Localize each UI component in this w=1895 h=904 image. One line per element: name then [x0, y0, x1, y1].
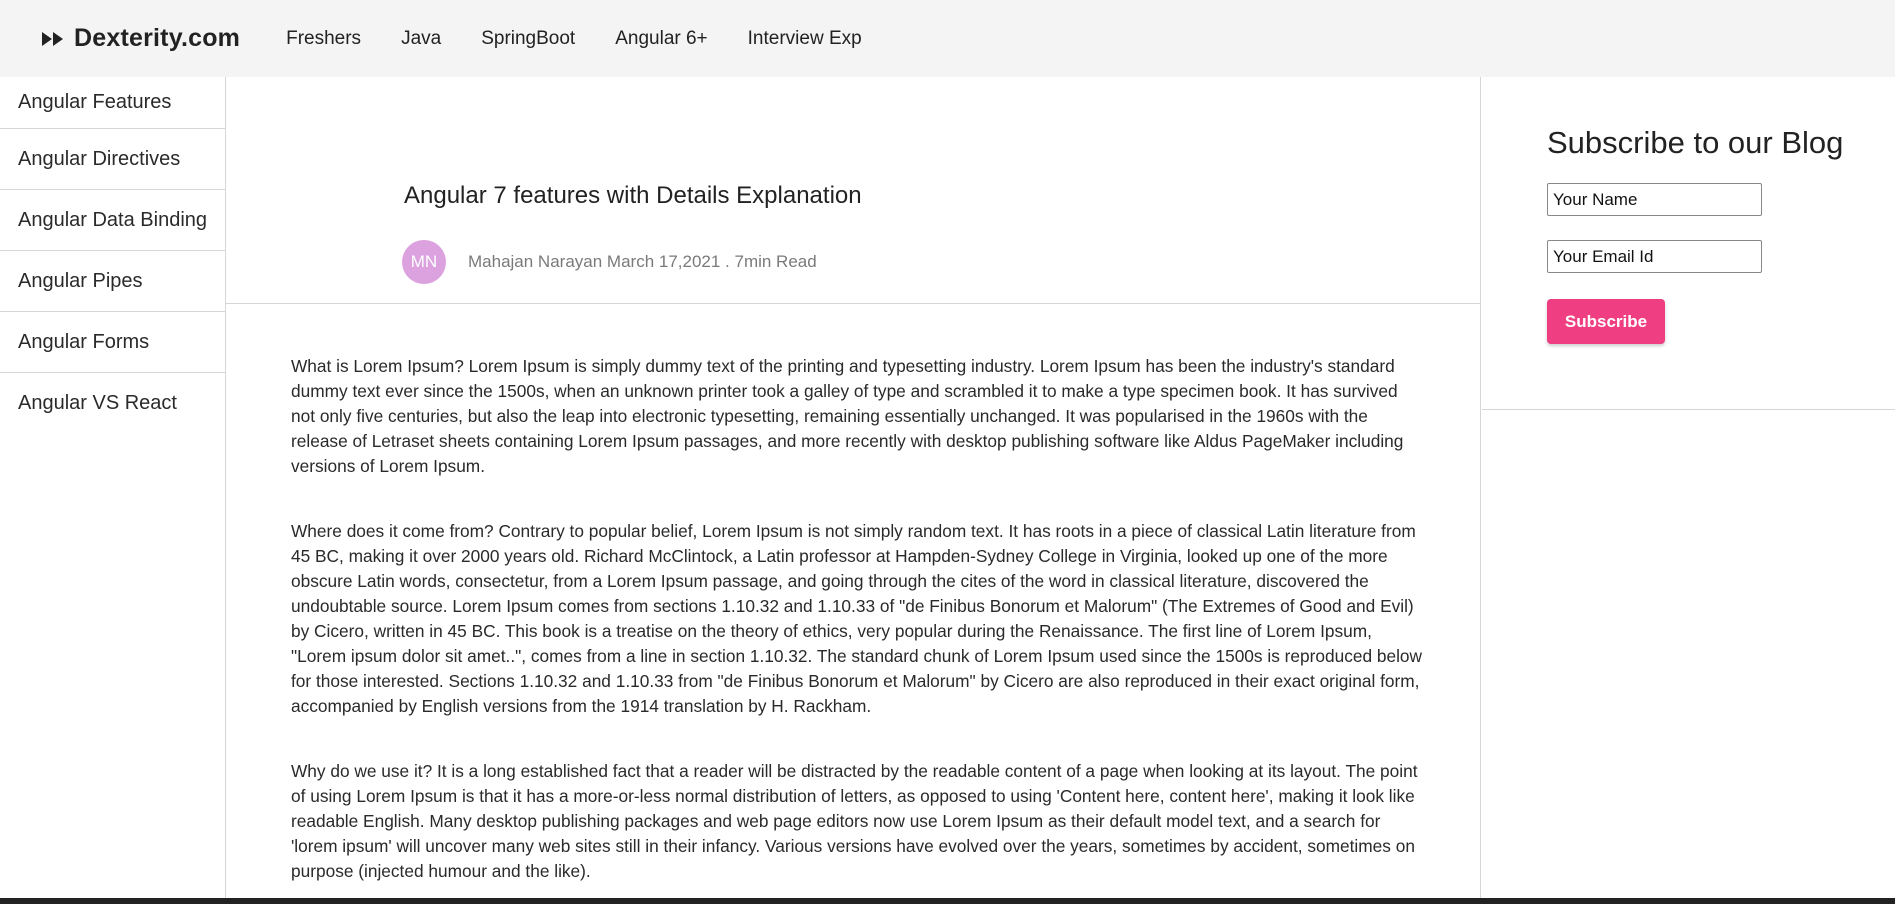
nav-item-freshers[interactable]: Freshers — [286, 28, 361, 50]
article-header: Angular 7 features with Details Explanat… — [226, 77, 1480, 304]
article-meta: MN Mahajan Narayan March 17,2021 . 7min … — [402, 240, 817, 284]
sidebar-item-angular-forms[interactable]: Angular Forms — [0, 312, 225, 373]
sidebar-item-angular-vs-react[interactable]: Angular VS React — [0, 373, 225, 434]
subscribe-button[interactable]: Subscribe — [1547, 299, 1665, 344]
subscribe-title: Subscribe to our Blog — [1547, 125, 1844, 160]
author-avatar: MN — [402, 240, 446, 284]
sidebar: Angular Features Angular Directives Angu… — [0, 77, 226, 904]
sidebar-item-angular-pipes[interactable]: Angular Pipes — [0, 251, 225, 312]
article-main: Angular 7 features with Details Explanat… — [226, 77, 1481, 904]
subscribe-panel: Subscribe to our Blog Subscribe — [1482, 77, 1895, 410]
email-input[interactable] — [1547, 240, 1762, 273]
sidebar-item-angular-features[interactable]: Angular Features — [0, 77, 225, 129]
nav-item-interview-exp[interactable]: Interview Exp — [748, 28, 862, 50]
article-meta-text: Mahajan Narayan March 17,2021 . 7min Rea… — [468, 252, 817, 271]
top-navbar: Dexterity.com Freshers Java SpringBoot A… — [0, 0, 1895, 77]
brand[interactable]: Dexterity.com — [42, 24, 240, 53]
bottom-edge-bar — [0, 898, 1895, 904]
nav-item-java[interactable]: Java — [401, 28, 441, 50]
fast-forward-icon — [42, 31, 63, 46]
sidebar-item-angular-directives[interactable]: Angular Directives — [0, 129, 225, 190]
nav-item-springboot[interactable]: SpringBoot — [481, 28, 575, 50]
name-input[interactable] — [1547, 183, 1762, 216]
article-paragraph: Why do we use it? It is a long establish… — [291, 761, 1418, 881]
nav-item-angular[interactable]: Angular 6+ — [615, 28, 707, 50]
article-body: What is Lorem Ipsum? Lorem Ipsum is simp… — [226, 304, 1426, 884]
article-paragraph: What is Lorem Ipsum? Lorem Ipsum is simp… — [291, 356, 1404, 476]
main-nav: Freshers Java SpringBoot Angular 6+ Inte… — [286, 28, 902, 50]
article-paragraph: Where does it come from? Contrary to pop… — [291, 521, 1423, 716]
article-title: Angular 7 features with Details Explanat… — [404, 182, 862, 209]
sidebar-item-angular-data-binding[interactable]: Angular Data Binding — [0, 190, 225, 251]
brand-name[interactable]: Dexterity.com — [74, 24, 240, 53]
